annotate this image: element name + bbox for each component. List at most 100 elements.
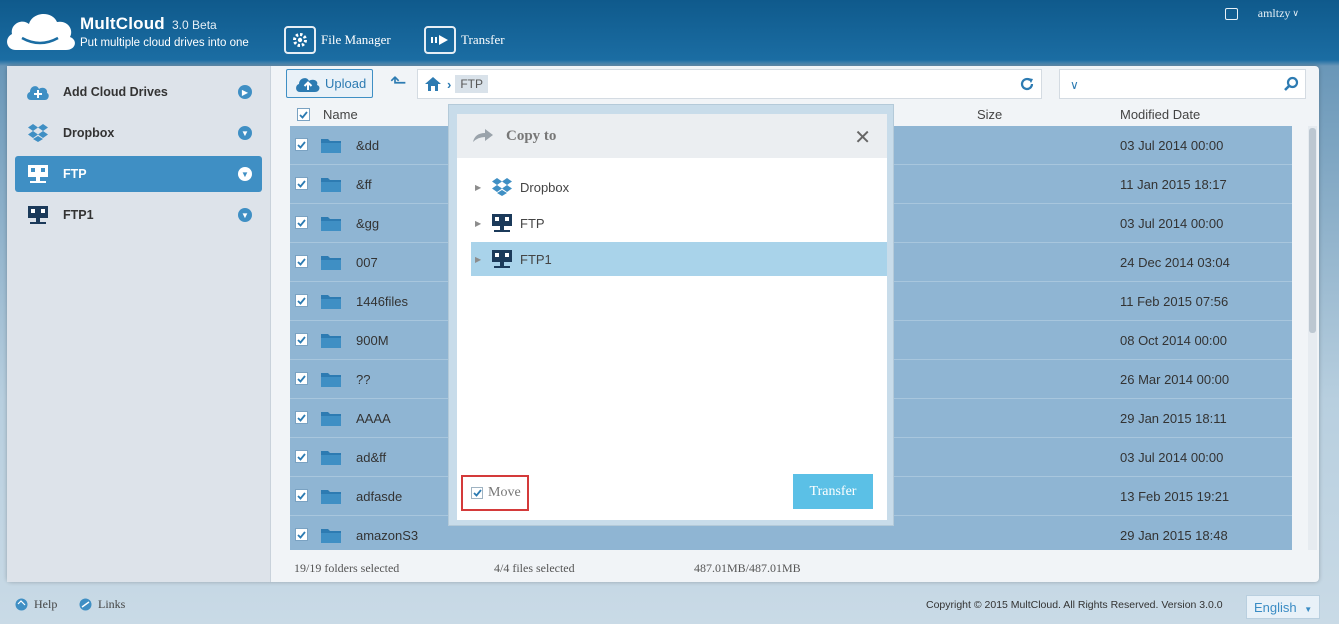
help-link[interactable]: Help <box>14 597 57 612</box>
row-checkbox[interactable] <box>295 411 308 424</box>
row-checkbox[interactable] <box>295 333 308 346</box>
ftp-icon <box>492 214 512 232</box>
select-all-checkbox[interactable] <box>297 108 310 121</box>
links-link[interactable]: Links <box>78 597 125 612</box>
check-icon <box>297 335 306 344</box>
scrollbar-thumb[interactable] <box>1309 128 1316 333</box>
transfer-nav-button[interactable]: Transfer <box>424 25 505 55</box>
modified-date: 13 Feb 2015 19:21 <box>1120 489 1230 504</box>
username-menu[interactable]: amltzy <box>1258 6 1291 21</box>
chevron-down-icon[interactable]: ∨ <box>1292 8 1299 19</box>
column-header-name[interactable]: Name <box>323 107 358 122</box>
expand-arrow-icon[interactable]: ▶ <box>475 219 483 228</box>
move-checkbox-box[interactable] <box>471 487 483 499</box>
file-name: &dd <box>356 138 380 153</box>
chevron-down-icon[interactable]: ▼ <box>238 167 252 181</box>
file-name: 007 <box>356 255 378 270</box>
chevron-down-icon[interactable]: ▼ <box>238 126 252 140</box>
modified-date: 08 Oct 2014 00:00 <box>1120 333 1227 348</box>
file-name: &gg <box>356 216 380 231</box>
modified-date: 03 Jul 2014 00:00 <box>1120 216 1224 231</box>
search-input[interactable]: ∨ <box>1059 69 1306 99</box>
row-checkbox[interactable] <box>295 255 308 268</box>
breadcrumb-item[interactable]: FTP <box>455 75 489 93</box>
check-icon <box>297 257 306 266</box>
cloud-logo-icon <box>7 13 75 50</box>
close-icon[interactable]: ✕ <box>854 125 871 150</box>
column-header-size[interactable]: Size <box>977 107 1002 122</box>
check-icon <box>297 491 306 500</box>
folder-icon <box>321 256 341 270</box>
modified-date: 29 Jan 2015 18:48 <box>1120 528 1228 543</box>
tree-item-label: Dropbox <box>520 179 570 195</box>
tree-item-dropbox[interactable]: ▶ Dropbox <box>471 170 887 204</box>
scrollbar[interactable] <box>1308 126 1317 550</box>
folder-icon <box>321 373 341 387</box>
transfer-nav-label: Transfer <box>461 32 505 47</box>
row-checkbox[interactable] <box>295 138 308 151</box>
user-area: amltzy ∨ <box>1224 6 1299 21</box>
gear-icon <box>284 26 316 54</box>
upload-button[interactable]: Upload <box>286 69 373 98</box>
sidebar-item-label: Dropbox <box>63 126 115 140</box>
row-checkbox[interactable] <box>295 177 308 190</box>
move-label: Move <box>488 485 521 500</box>
sidebar-item-ftp1[interactable]: FTP1 ▼ <box>15 197 262 233</box>
check-icon <box>297 374 306 383</box>
folder-icon <box>321 295 341 309</box>
footer: Help Links Copyright © 2015 MultCloud. A… <box>0 590 1339 624</box>
row-checkbox[interactable] <box>295 216 308 229</box>
transfer-button[interactable]: Transfer <box>793 474 873 509</box>
sidebar: Add Cloud Drives ▶ Dropbox ▼ FTP ▼ FTP1 … <box>7 66 271 582</box>
refresh-icon[interactable] <box>1019 76 1035 92</box>
copyright-text: Copyright © 2015 MultCloud. All Rights R… <box>926 599 1223 611</box>
move-checkbox[interactable]: Move <box>461 475 529 511</box>
chevron-right-icon[interactable]: ▶ <box>238 85 252 99</box>
row-checkbox[interactable] <box>295 528 308 541</box>
chevron-down-icon[interactable]: ▼ <box>238 208 252 222</box>
sidebar-item-dropbox[interactable]: Dropbox ▼ <box>15 115 262 151</box>
up-level-icon[interactable]: ⬑ <box>390 73 408 94</box>
modified-date: 11 Feb 2015 07:56 <box>1120 294 1229 309</box>
row-checkbox[interactable] <box>295 294 308 307</box>
file-name: adfasde <box>356 489 403 504</box>
links-label: Links <box>98 597 126 611</box>
check-icon <box>297 218 306 227</box>
selected-size: 487.01MB/487.01MB <box>694 561 801 575</box>
row-checkbox[interactable] <box>295 372 308 385</box>
expand-arrow-icon[interactable]: ▶ <box>475 183 483 192</box>
language-selector[interactable]: English ▼ <box>1246 595 1320 619</box>
sidebar-item-ftp[interactable]: FTP ▼ <box>15 156 262 192</box>
row-checkbox[interactable] <box>295 450 308 463</box>
expand-arrow-icon[interactable]: ▶ <box>475 255 483 264</box>
tree-item-label: FTP1 <box>520 251 552 267</box>
dialog-body: Copy to ✕ ▶ Dropbox ▶ FTP ▶ FTP1 Move Tr… <box>457 114 887 520</box>
dropbox-icon <box>492 178 512 196</box>
column-header-modified[interactable]: Modified Date <box>1120 107 1200 122</box>
file-manager-label: File Manager <box>321 32 391 47</box>
files-selected-count: 4/4 files selected <box>494 561 575 575</box>
file-name: ?? <box>356 372 371 387</box>
sidebar-item-add-cloud-drives[interactable]: Add Cloud Drives ▶ <box>15 74 262 110</box>
tagline: Put multiple cloud drives into one <box>80 37 249 49</box>
help-icon <box>15 598 28 611</box>
chevron-down-icon[interactable]: ∨ <box>1070 78 1079 92</box>
activity-icon[interactable] <box>1224 7 1238 20</box>
home-icon[interactable] <box>424 76 442 92</box>
tree-item-ftp[interactable]: ▶ FTP <box>471 206 887 240</box>
sidebar-item-label: Add Cloud Drives <box>63 85 168 99</box>
app-header: MultCloud 3.0 Beta Put multiple cloud dr… <box>0 0 1339 66</box>
search-icon[interactable] <box>1283 76 1299 92</box>
dialog-header: Copy to ✕ <box>457 114 887 158</box>
forward-arrow-icon <box>473 129 493 142</box>
folder-icon <box>321 490 341 504</box>
folder-icon <box>321 451 341 465</box>
check-icon <box>297 413 306 422</box>
breadcrumb: › FTP <box>417 69 1042 99</box>
dropbox-icon <box>25 122 51 144</box>
tree-item-ftp1[interactable]: ▶ FTP1 <box>471 242 887 276</box>
file-manager-button[interactable]: File Manager <box>284 25 391 55</box>
folder-icon <box>321 178 341 192</box>
row-checkbox[interactable] <box>295 489 308 502</box>
folders-selected-count: 19/19 folders selected <box>294 561 400 575</box>
